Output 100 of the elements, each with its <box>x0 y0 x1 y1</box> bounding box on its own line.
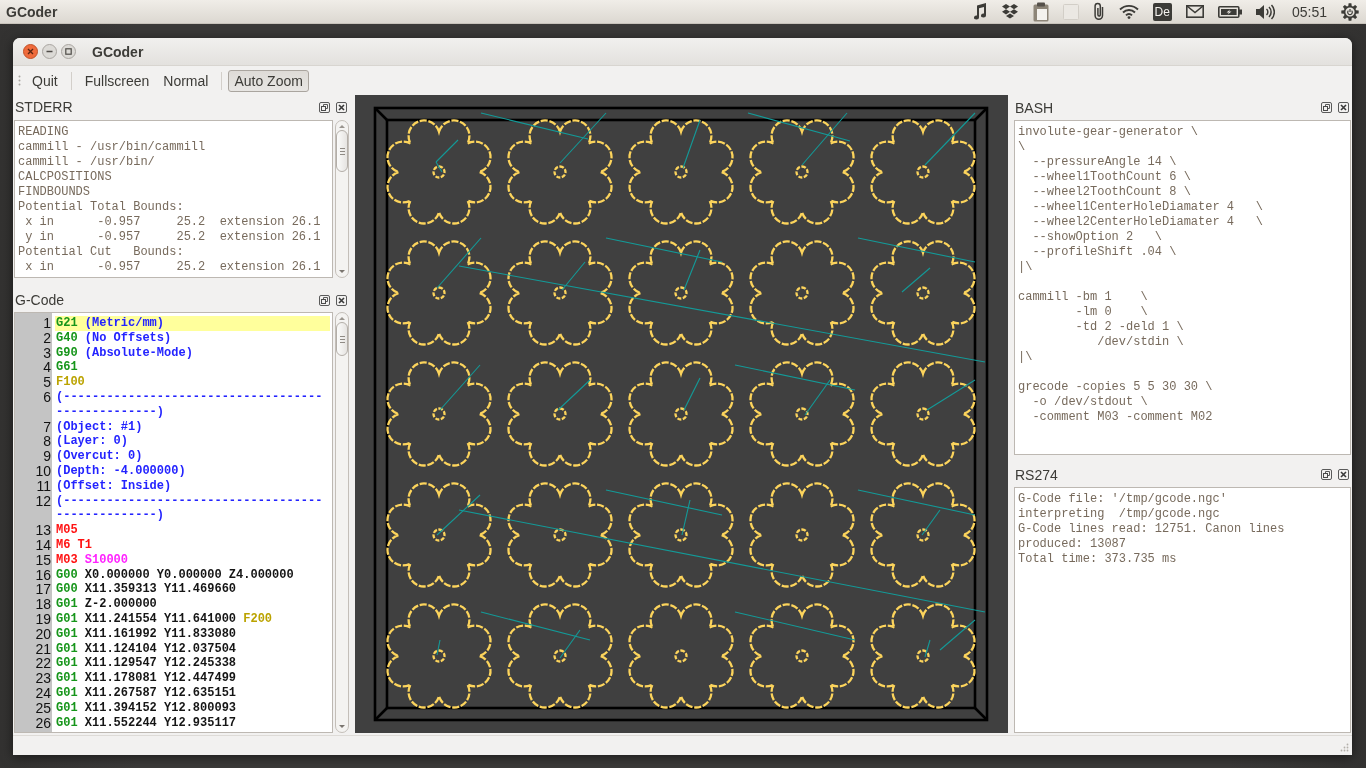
script-line: --profileShift .04 \ <box>1031 245 1178 260</box>
down-arrow-icon[interactable] <box>339 270 345 273</box>
envelope-icon[interactable] <box>1185 5 1204 18</box>
toolbar-button[interactable]: Normal <box>156 69 216 92</box>
line-number: 4 <box>42 360 51 376</box>
line-number: 21 <box>34 641 51 657</box>
toolbar-button[interactable]: Auto Zoom <box>228 69 309 92</box>
line-number: 12 <box>34 493 51 509</box>
line-number: 1 <box>42 316 51 331</box>
music-note-icon[interactable] <box>972 3 987 20</box>
log-line: cammill - /usr/bin/ <box>18 155 156 170</box>
line-number: 11 <box>35 478 51 494</box>
diamonds-icon[interactable] <box>1000 4 1019 19</box>
script-line: |\ <box>1018 350 1034 365</box>
up-arrow-icon[interactable] <box>339 125 345 128</box>
code-line: G01 X11.394152 Y12.800093 <box>55 700 238 716</box>
minimize-icon[interactable] <box>42 44 57 59</box>
code-line: (Offset: Inside) <box>55 478 173 494</box>
close-icon[interactable] <box>336 294 347 306</box>
line-number: 5 <box>42 375 51 390</box>
up-arrow-icon[interactable] <box>339 317 345 320</box>
output-line: G-Code file: '/tmp/gcode.ngc' <box>1018 492 1228 507</box>
scrollbar-thumb[interactable] <box>336 322 348 356</box>
script-line: cammill -bm 1 \ <box>1018 290 1149 305</box>
code-line: M03 S10000 <box>55 552 130 568</box>
code-line: M05 <box>55 523 79 538</box>
script-editor[interactable] <box>1014 120 1351 455</box>
code-line: (--------------------------------------------------) <box>55 493 324 524</box>
grip-handle-icon <box>18 75 21 86</box>
output-line: interpreting /tmp/gcode.ngc <box>1018 507 1221 522</box>
dock-title: BASH <box>1015 99 1055 116</box>
toolbar-button[interactable]: Quit <box>25 69 65 92</box>
clipboard-icon[interactable] <box>1032 1 1049 22</box>
clock[interactable]: 05:51 <box>1291 3 1327 20</box>
code-line: G01 X11.552244 Y12.935117 <box>55 715 238 731</box>
maximize-icon[interactable] <box>61 44 76 59</box>
wifi-icon[interactable] <box>1118 4 1139 19</box>
line-number: 16 <box>34 567 51 583</box>
close-icon[interactable] <box>23 44 38 59</box>
close-icon[interactable] <box>1338 102 1349 113</box>
script-line: --wheel2ToothCount 8 \ <box>1031 185 1192 200</box>
gear-power-icon[interactable] <box>1341 2 1359 21</box>
code-line: G01 X11.124104 Y12.037504 <box>55 641 238 657</box>
line-number: 22 <box>34 656 51 672</box>
window-title: GCoder <box>92 43 144 60</box>
code-line: (Object: #1) <box>55 419 144 435</box>
scrollbar-thumb[interactable] <box>336 130 348 172</box>
vertical-scrollbar[interactable] <box>335 120 349 278</box>
paperclip-icon[interactable] <box>1092 2 1105 21</box>
dock-title: G-Code <box>15 292 66 308</box>
script-line: -comment M03 -comment M02 <box>1031 410 1214 425</box>
log-line: Potential Total Bounds: <box>18 200 185 215</box>
code-line: (--------------------------------------------------) <box>55 390 324 420</box>
code-line: (Overcut: 0) <box>55 449 144 464</box>
script-line: involute-gear-generator \ <box>1018 125 1200 140</box>
output-line: Total time: 373.735 ms <box>1018 552 1178 567</box>
line-number: 3 <box>42 345 51 361</box>
speaker-icon[interactable] <box>1255 3 1275 20</box>
log-line: x in -0.957 25.2 extension 26.1 <box>24 215 322 230</box>
line-number: 2 <box>42 330 51 346</box>
script-line: --wheel1CenterHoleDiamater 4 \ <box>1031 200 1264 215</box>
code-line: M6 T1 <box>55 537 93 553</box>
code-line: (Layer: 0) <box>55 434 129 450</box>
resize-grip-icon[interactable] <box>1340 743 1349 752</box>
script-line: -td 2 -deld 1 \ <box>1074 320 1185 335</box>
log-line: READING <box>18 125 70 140</box>
close-icon[interactable] <box>336 101 347 113</box>
gcode-editor[interactable] <box>14 312 333 733</box>
close-icon[interactable] <box>1338 469 1349 480</box>
overlapping-squares-icon[interactable] <box>1321 102 1332 113</box>
line-number: 13 <box>34 523 51 538</box>
log-line: cammill - /usr/bin/cammill <box>18 140 207 155</box>
line-number: 25 <box>34 700 51 716</box>
overlapping-squares-icon[interactable] <box>319 101 330 113</box>
keyboard-layout-indicator[interactable]: De <box>1152 2 1172 21</box>
battery-icon[interactable] <box>1217 5 1242 18</box>
script-line: |\ <box>1018 260 1034 275</box>
line-number: 7 <box>42 419 51 435</box>
output-line: G-Code lines read: 12751. Canon lines <box>1018 522 1286 537</box>
code-line: G01 X11.129547 Y12.245338 <box>55 656 238 672</box>
log-line: FINDBOUNDS <box>18 185 91 200</box>
vertical-scrollbar[interactable] <box>335 312 349 733</box>
script-line: -o /dev/stdout \ <box>1031 395 1149 410</box>
line-number: 10 <box>34 463 51 479</box>
log-line: x in -0.957 25.2 extension 26.1 <box>24 260 322 275</box>
code-line: G01 Z-2.000000 <box>55 597 158 612</box>
dock-title: STDERR <box>15 99 74 115</box>
script-line: --showOption 2 \ <box>1031 230 1164 245</box>
overlapping-squares-icon[interactable] <box>319 294 330 306</box>
script-line: \ <box>1018 140 1027 155</box>
code-line: (Depth: -4.000000) <box>55 463 187 479</box>
line-number: 6 <box>42 390 51 405</box>
line-number: 20 <box>34 626 51 642</box>
line-number: 19 <box>34 611 51 627</box>
line-number: 18 <box>34 597 51 612</box>
app-name[interactable]: GCoder <box>6 3 58 20</box>
overlapping-squares-icon[interactable] <box>1321 469 1332 480</box>
toolbar-button[interactable]: Fullscreen <box>77 69 157 92</box>
code-line: G40 (No Offsets) <box>55 330 173 346</box>
down-arrow-icon[interactable] <box>339 725 345 728</box>
